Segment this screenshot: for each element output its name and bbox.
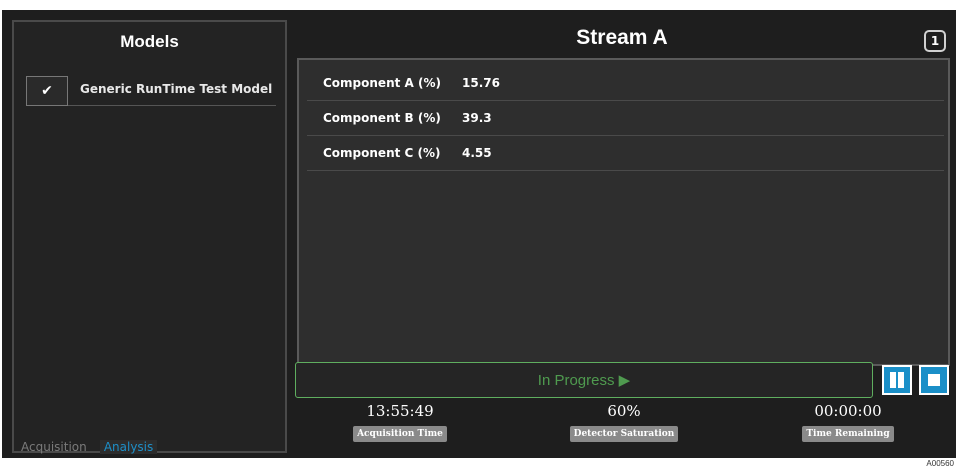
stop-button[interactable]	[919, 365, 949, 395]
result-value: 39.3	[462, 111, 492, 125]
pause-button[interactable]	[882, 365, 912, 395]
result-row-component-b: Component B (%) 39.3	[307, 101, 944, 136]
pause-icon-bar	[898, 372, 904, 388]
detector-saturation-value: 60%	[607, 402, 641, 420]
model-name-label: Generic RunTime Test Model	[80, 82, 273, 96]
progress-status: In Progress ▶	[296, 371, 872, 389]
tab-acquisition[interactable]: Acquisition	[21, 440, 87, 454]
progress-status-text: In Progress	[537, 372, 615, 389]
acquisition-time-value: 13:55:49	[366, 402, 434, 420]
result-value: 4.55	[462, 146, 492, 160]
model-list-item[interactable]: ✔ Generic RunTime Test Model	[26, 76, 276, 106]
result-label: Component A (%)	[323, 76, 441, 90]
model-checkbox[interactable]: ✔	[26, 76, 68, 106]
figure-id: A00560	[926, 459, 954, 468]
progress-status-bar: In Progress ▶	[295, 362, 873, 398]
application-window: Models ✔ Generic RunTime Test Model Acqu…	[2, 10, 956, 458]
result-label: Component C (%)	[323, 146, 441, 160]
detector-saturation-stat: 60% Detector Saturation	[564, 402, 684, 442]
play-icon: ▶	[618, 372, 631, 389]
result-value: 15.76	[462, 76, 500, 90]
acquisition-time-stat: 13:55:49 Acquisition Time	[340, 402, 460, 442]
tab-analysis[interactable]: Analysis	[99, 440, 158, 454]
models-panel: Models ✔ Generic RunTime Test Model Acqu…	[12, 20, 287, 454]
result-row-component-c: Component C (%) 4.55	[307, 136, 944, 171]
result-row-component-a: Component A (%) 15.76	[307, 66, 944, 101]
acquisition-time-label: Acquisition Time	[353, 426, 447, 442]
pause-icon	[890, 372, 896, 388]
time-remaining-value: 00:00:00	[814, 402, 882, 420]
time-remaining-label: Time Remaining	[802, 426, 894, 442]
stream-number-badge[interactable]: 1	[924, 30, 946, 52]
time-remaining-stat: 00:00:00 Time Remaining	[788, 402, 908, 442]
result-label: Component B (%)	[323, 111, 441, 125]
models-title: Models	[120, 32, 179, 51]
results-panel: Component A (%) 15.76 Component B (%) 39…	[297, 58, 950, 366]
stream-title: Stream A	[576, 26, 668, 49]
detector-saturation-label: Detector Saturation	[569, 426, 679, 442]
stop-icon	[928, 374, 940, 386]
bottom-tab-bar: Acquisition Analysis	[21, 436, 165, 454]
